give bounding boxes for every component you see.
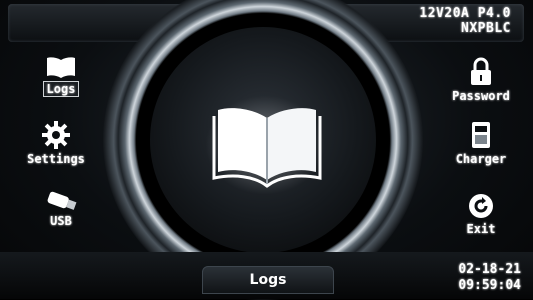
screen: 12V20A P4.0 NXPBLC Logs Settings USB Pas… bbox=[0, 0, 533, 300]
menu-label-exit: Exit bbox=[466, 222, 496, 236]
menu-label-charger: Charger bbox=[455, 152, 507, 166]
exit-icon bbox=[469, 194, 493, 218]
menu-item-settings[interactable]: Settings bbox=[18, 120, 94, 166]
current-screen-title: Logs bbox=[202, 266, 334, 294]
menu-label-password: Password bbox=[452, 89, 510, 103]
device-model: 12V20A P4.0 bbox=[419, 6, 511, 21]
lock-icon bbox=[471, 57, 491, 85]
time-display: 09:59:04 bbox=[458, 278, 521, 293]
device-variant: NXPBLC bbox=[461, 21, 511, 36]
menu-item-usb[interactable]: USB bbox=[36, 190, 86, 228]
menu-item-exit[interactable]: Exit bbox=[450, 192, 512, 236]
menu-label-settings: Settings bbox=[27, 152, 85, 166]
charger-icon bbox=[472, 122, 490, 148]
menu-item-charger[interactable]: Charger bbox=[445, 120, 517, 166]
menu-label-logs: Logs bbox=[42, 81, 80, 97]
menu-item-logs[interactable]: Logs bbox=[36, 56, 86, 97]
menu-label-usb: USB bbox=[50, 214, 72, 228]
gear-icon bbox=[42, 121, 70, 149]
center-book-icon[interactable] bbox=[212, 100, 322, 190]
menu-item-password[interactable]: Password bbox=[440, 57, 522, 103]
date-display: 02-18-21 bbox=[458, 262, 521, 277]
book-icon bbox=[47, 57, 75, 78]
usb-icon bbox=[47, 191, 77, 210]
device-info: 12V20A P4.0 NXPBLC bbox=[419, 6, 511, 36]
datetime: 02-18-21 09:59:04 bbox=[458, 262, 521, 294]
